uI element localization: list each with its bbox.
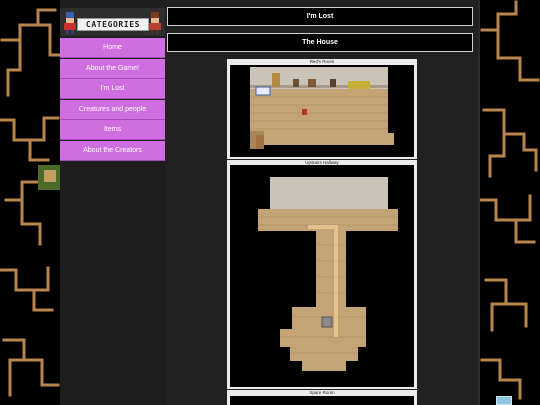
pixel-character-icon	[62, 11, 78, 35]
sidebar: CATEGORIES Home About the Game! I'm Lost…	[60, 0, 165, 405]
nav-item-about-creators[interactable]: About the Creators	[60, 140, 165, 161]
pixel-character-icon	[147, 11, 163, 35]
room-panel-upstairs-hallway: Upstairs Hallway	[227, 160, 417, 389]
background-tree-pattern-right	[480, 0, 540, 405]
nav-item-items[interactable]: Items	[60, 120, 165, 141]
room-panel-reds-room: Red's Room	[227, 59, 417, 159]
nav-item-about-game[interactable]: About the Game!	[60, 58, 165, 79]
categories-title: CATEGORIES	[77, 18, 149, 31]
nav-item-home[interactable]: Home	[60, 38, 165, 58]
section-title: The House	[167, 33, 473, 52]
category-nav: Home About the Game! I'm Lost Creatures …	[60, 38, 165, 162]
page-title: I'm Lost	[167, 7, 473, 26]
room-panel-spare-room: Spare Room	[227, 390, 417, 405]
scroll-to-top-icon[interactable]	[496, 396, 512, 405]
main-content: I'm Lost The House Red's Room Upstairs H…	[165, 0, 480, 405]
nav-item-creatures[interactable]: Creatures and people	[60, 99, 165, 120]
content-border	[478, 0, 480, 405]
room-map-image	[230, 396, 414, 405]
room-map-image	[230, 65, 414, 157]
nav-item-im-lost[interactable]: I'm Lost	[60, 79, 165, 100]
room-map-image	[230, 165, 414, 387]
background-tree-pattern-left	[0, 0, 60, 405]
categories-header: CATEGORIES	[60, 8, 165, 36]
